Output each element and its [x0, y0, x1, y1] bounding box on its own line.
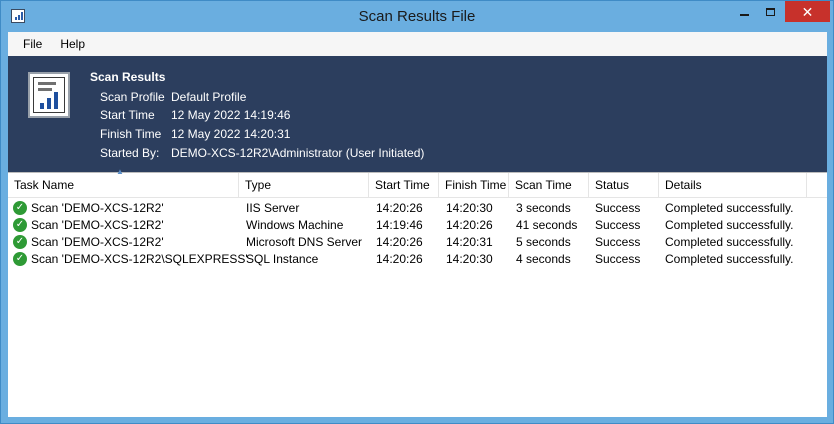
success-check-icon: ✓ [13, 252, 27, 266]
table-row[interactable]: ✓ Scan 'DEMO-XCS-12R2' IIS Server 14:20:… [8, 200, 827, 217]
application-window: Scan Results File ✕ File Help Scan Resul… [0, 0, 834, 424]
column-header-scan-time[interactable]: Scan Time [509, 173, 589, 198]
column-header-task-name[interactable]: ▲ Task Name [8, 167, 239, 198]
success-check-icon: ✓ [13, 201, 27, 215]
client-area: File Help Scan Results Scan Profile Defa… [8, 32, 827, 417]
menu-bar: File Help [8, 32, 827, 56]
cell-type: IIS Server [246, 201, 300, 215]
column-header-status[interactable]: Status [589, 173, 659, 198]
cell-status: Success [595, 252, 641, 266]
cell-task-name: Scan 'DEMO-XCS-12R2' [31, 201, 164, 215]
cell-scan-time: 3 seconds [516, 201, 571, 215]
menu-file[interactable]: File [14, 33, 51, 55]
summary-label: Start Time [100, 108, 155, 122]
cell-scan-time: 4 seconds [516, 252, 571, 266]
summary-label: Finish Time [100, 127, 162, 141]
summary-title: Scan Results [90, 70, 166, 84]
cell-finish-time: 14:20:30 [446, 201, 493, 215]
cell-finish-time: 14:20:31 [446, 235, 493, 249]
cell-details: Completed successfully. [665, 252, 794, 266]
cell-scan-time: 5 seconds [516, 235, 571, 249]
cell-task-name: Scan 'DEMO-XCS-12R2' [31, 235, 164, 249]
window-title: Scan Results File [358, 8, 476, 25]
cell-details: Completed successfully. [665, 218, 794, 232]
minimize-icon [739, 13, 749, 16]
cell-finish-time: 14:20:30 [446, 252, 493, 266]
summary-label: Scan Profile [100, 90, 165, 104]
maximize-button[interactable] [757, 1, 783, 22]
cell-type: SQL Instance [246, 252, 319, 266]
column-header-details[interactable]: Details [659, 173, 807, 198]
table-row[interactable]: ✓ Scan 'DEMO-XCS-12R2\SQLEXPRESS' SQL In… [8, 251, 827, 268]
success-check-icon: ✓ [13, 218, 27, 232]
maximize-icon [765, 7, 775, 16]
cell-status: Success [595, 201, 641, 215]
summary-value: 12 May 2022 14:20:31 [171, 127, 291, 141]
cell-start-time: 14:19:46 [376, 218, 423, 232]
cell-type: Microsoft DNS Server [246, 235, 363, 249]
summary-value: 12 May 2022 14:19:46 [171, 108, 291, 122]
cell-details: Completed successfully. [665, 201, 794, 215]
list-header: ▲ Task Name Type Start Time Finish Time … [8, 167, 827, 198]
cell-status: Success [595, 235, 641, 249]
cell-task-name: Scan 'DEMO-XCS-12R2' [31, 218, 164, 232]
sort-ascending-icon: ▲ [116, 167, 124, 176]
cell-start-time: 14:20:26 [376, 252, 423, 266]
menu-help[interactable]: Help [51, 33, 94, 55]
summary-label: Started By: [100, 146, 160, 160]
cell-details: Completed successfully. [665, 235, 794, 249]
column-header-start-time[interactable]: Start Time [369, 173, 439, 198]
cell-start-time: 14:20:26 [376, 201, 423, 215]
cell-finish-time: 14:20:26 [446, 218, 493, 232]
title-bar[interactable]: Scan Results File ✕ [1, 1, 833, 32]
cell-type: Windows Machine [246, 218, 344, 232]
table-row[interactable]: ✓ Scan 'DEMO-XCS-12R2' Windows Machine 1… [8, 217, 827, 234]
success-check-icon: ✓ [13, 235, 27, 249]
scan-summary-panel: Scan Results Scan Profile Default Profil… [8, 56, 827, 172]
summary-value: Default Profile [171, 90, 247, 104]
cell-start-time: 14:20:26 [376, 235, 423, 249]
close-button[interactable]: ✕ [785, 1, 830, 22]
close-icon: ✕ [801, 3, 814, 20]
cell-task-name: Scan 'DEMO-XCS-12R2\SQLEXPRESS' [31, 252, 248, 266]
cell-status: Success [595, 218, 641, 232]
cell-scan-time: 41 seconds [516, 218, 578, 232]
column-header-type[interactable]: Type [239, 173, 369, 198]
report-chart-icon [28, 72, 70, 118]
minimize-button[interactable] [731, 1, 757, 22]
results-list[interactable]: ▲ Task Name Type Start Time Finish Time … [8, 167, 827, 417]
summary-value: DEMO-XCS-12R2\Administrator (User Initia… [171, 146, 425, 160]
table-row[interactable]: ✓ Scan 'DEMO-XCS-12R2' Microsoft DNS Ser… [8, 234, 827, 251]
column-header-finish-time[interactable]: Finish Time [439, 173, 509, 198]
